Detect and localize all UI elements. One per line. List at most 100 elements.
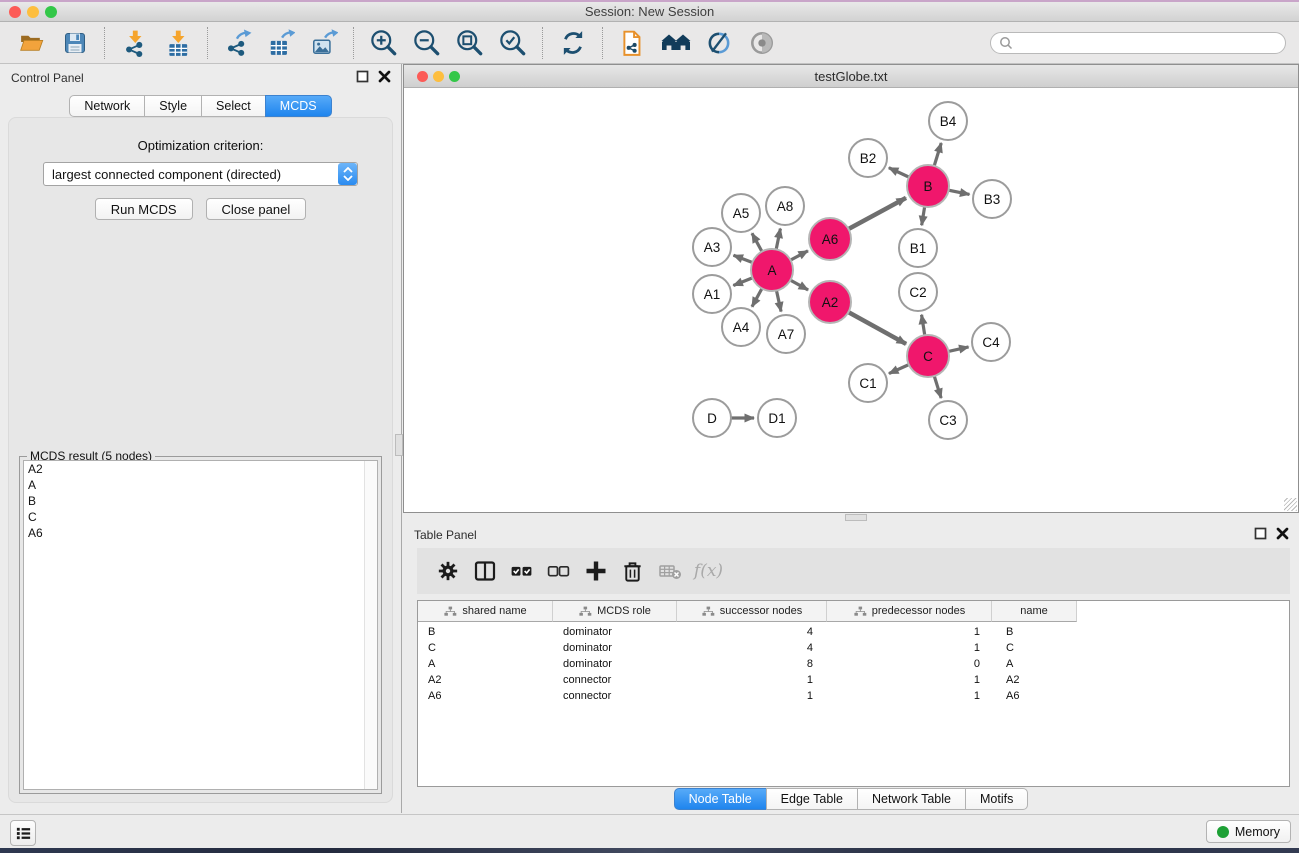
graph-node-a3[interactable]: A3: [692, 227, 732, 267]
graph-node-b2[interactable]: B2: [848, 138, 888, 178]
table-row[interactable]: Cdominator41C: [418, 640, 1289, 656]
optimization-criterion-dropdown[interactable]: largest connected component (directed): [43, 162, 358, 186]
graph-node-c[interactable]: C: [906, 334, 950, 378]
close-panel-icon[interactable]: [1276, 527, 1289, 540]
run-mcds-button[interactable]: Run MCDS: [95, 198, 193, 220]
graph-node-a4[interactable]: A4: [721, 307, 761, 347]
task-history-button[interactable]: [10, 820, 36, 846]
toggle-bird-eye-view-button[interactable]: [740, 25, 783, 61]
select-all-checkboxes-button[interactable]: [503, 553, 540, 589]
column-type-icon: [701, 606, 715, 617]
network-canvas[interactable]: B4 B2 B B3 A5A8A6 A3 A B1 A1 A2 C2 A4A7 C4 C1 C D D1 C3: [405, 89, 1297, 511]
new-network-from-selection-button[interactable]: [611, 25, 654, 61]
mcds-result-item[interactable]: A6: [24, 525, 377, 541]
column-header-name[interactable]: name: [992, 601, 1077, 622]
open-session-button[interactable]: [10, 25, 53, 61]
export-table-button[interactable]: [259, 25, 302, 61]
mcds-result-fieldset: MCDS result (5 nodes) A2ABCA6: [19, 456, 382, 794]
mcds-result-item[interactable]: A: [24, 477, 377, 493]
search-field[interactable]: [990, 32, 1286, 54]
export-network-button[interactable]: [216, 25, 259, 61]
graph-node-a2[interactable]: A2: [808, 280, 852, 324]
graph-node-b[interactable]: B: [906, 164, 950, 208]
graph-node-b3[interactable]: B3: [972, 179, 1012, 219]
add-column-button[interactable]: [577, 553, 614, 589]
table-row[interactable]: Adominator80A: [418, 656, 1289, 672]
export-image-button[interactable]: [302, 25, 345, 61]
graph-node-c3[interactable]: C3: [928, 400, 968, 440]
maximize-window-button[interactable]: [45, 6, 57, 18]
graph-node-a5[interactable]: A5: [721, 193, 761, 233]
graph-node-a6[interactable]: A6: [808, 217, 852, 261]
tab-edge-table[interactable]: Edge Table: [766, 788, 858, 810]
split-view-button[interactable]: [466, 553, 503, 589]
table-row[interactable]: A6connector11A6: [418, 688, 1289, 704]
tab-select[interactable]: Select: [201, 95, 266, 117]
window-resize-grip[interactable]: [1284, 498, 1297, 511]
delete-column-button[interactable]: [614, 553, 651, 589]
node-table[interactable]: shared nameMCDS rolesuccessor nodesprede…: [417, 600, 1290, 787]
mcds-result-item[interactable]: A2: [24, 461, 377, 477]
network-minimize-button[interactable]: [433, 71, 444, 82]
graphics-details-icon: [705, 29, 733, 57]
table-cell: A6: [418, 690, 553, 702]
graph-node-c1[interactable]: C1: [848, 363, 888, 403]
import-network-button[interactable]: [113, 25, 156, 61]
column-header-mcds-role[interactable]: MCDS role: [553, 601, 677, 622]
column-header-shared-name[interactable]: shared name: [418, 601, 553, 622]
network-close-button[interactable]: [417, 71, 428, 82]
tab-network-table[interactable]: Network Table: [857, 788, 966, 810]
toggle-graphics-details-button[interactable]: [697, 25, 740, 61]
column-header-successor-nodes[interactable]: successor nodes: [677, 601, 827, 622]
graph-node-a[interactable]: A: [750, 248, 794, 292]
memory-button[interactable]: Memory: [1206, 820, 1291, 843]
graph-node-a8[interactable]: A8: [765, 186, 805, 226]
close-panel-icon[interactable]: [378, 70, 391, 83]
graph-node-d1[interactable]: D1: [757, 398, 797, 438]
table-row[interactable]: A2connector11A2: [418, 672, 1289, 688]
delete-table-button[interactable]: [651, 553, 688, 589]
tab-node-table[interactable]: Node Table: [674, 788, 767, 810]
show-home-button[interactable]: [654, 25, 697, 61]
zoom-selected-button[interactable]: [491, 25, 534, 61]
graph-node-a7[interactable]: A7: [766, 314, 806, 354]
column-type-icon: [578, 606, 592, 617]
mcds-result-item[interactable]: B: [24, 493, 377, 509]
graph-node-a1[interactable]: A1: [692, 274, 732, 314]
zoom-in-button[interactable]: [362, 25, 405, 61]
table-row[interactable]: Bdominator41B: [418, 624, 1289, 640]
import-table-button[interactable]: [156, 25, 199, 61]
close-window-button[interactable]: [9, 6, 21, 18]
search-input[interactable]: [1014, 34, 1285, 52]
close-panel-button[interactable]: Close panel: [206, 198, 307, 220]
save-session-button[interactable]: [53, 25, 96, 61]
float-panel-icon[interactable]: [356, 70, 369, 83]
zoom-out-button[interactable]: [405, 25, 448, 61]
float-panel-icon[interactable]: [1254, 527, 1267, 540]
tab-mcds[interactable]: MCDS: [265, 95, 332, 117]
graph-node-b1[interactable]: B1: [898, 228, 938, 268]
graph-node-c2[interactable]: C2: [898, 272, 938, 312]
mcds-list-scrollbar[interactable]: [364, 461, 377, 789]
graph-node-b4[interactable]: B4: [928, 101, 968, 141]
function-builder-button[interactable]: f(x): [688, 553, 725, 589]
fx-icon: f(x): [690, 561, 723, 581]
tab-network[interactable]: Network: [69, 95, 145, 117]
deselect-all-checkboxes-button[interactable]: [540, 553, 577, 589]
apply-layout-button[interactable]: [551, 25, 594, 61]
minimize-window-button[interactable]: [27, 6, 39, 18]
mcds-result-list[interactable]: A2ABCA6: [23, 460, 378, 790]
table-toolbar: f(x): [417, 548, 1290, 594]
tab-style[interactable]: Style: [144, 95, 202, 117]
tab-motifs[interactable]: Motifs: [965, 788, 1028, 810]
column-header-predecessor-nodes[interactable]: predecessor nodes: [827, 601, 992, 622]
table-settings-button[interactable]: [429, 553, 466, 589]
zoom-fit-button[interactable]: [448, 25, 491, 61]
network-maximize-button[interactable]: [449, 71, 460, 82]
mcds-result-item[interactable]: C: [24, 509, 377, 525]
graph-node-c4[interactable]: C4: [971, 322, 1011, 362]
eye-icon: [748, 29, 776, 57]
graph-node-d[interactable]: D: [692, 398, 732, 438]
panel-divider-grip[interactable]: [395, 434, 403, 456]
panel-divider-grip[interactable]: [845, 514, 867, 521]
